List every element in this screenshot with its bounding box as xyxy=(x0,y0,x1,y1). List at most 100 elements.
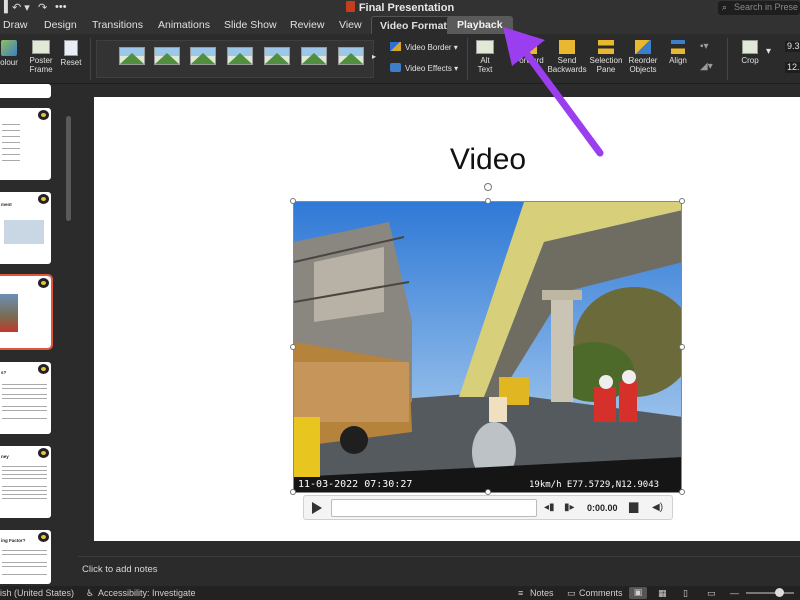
selection-pane-button[interactable]: Selection Pane xyxy=(587,40,625,74)
video-object[interactable]: 11-03-2022 07:30:27 19km/h E77.5729,N12.… xyxy=(293,201,682,493)
logo-icon xyxy=(38,110,49,120)
language-status[interactable]: ish (United States) xyxy=(0,588,74,598)
ribbon-tabs: Draw Design Transitions Animations Slide… xyxy=(0,16,800,34)
video-style-5[interactable] xyxy=(264,47,290,65)
send-backward-label-1: Send xyxy=(557,56,577,65)
tab-draw[interactable]: Draw xyxy=(3,16,28,34)
colour-icon xyxy=(1,40,17,56)
reorder-objects-button[interactable]: Reorder Objects xyxy=(624,40,662,74)
selection-pane-icon xyxy=(598,40,614,54)
zoom-out-icon[interactable]: — xyxy=(730,588,739,598)
poster-frame-button[interactable]: Poster Frame xyxy=(28,40,54,74)
reorder-label-2: Objects xyxy=(629,65,657,74)
rotate-icon[interactable]: ◢▾ xyxy=(700,62,713,72)
alt-text-button[interactable]: Alt Text xyxy=(473,40,497,74)
video-style-4[interactable] xyxy=(227,47,253,65)
tab-playback[interactable]: Playback xyxy=(447,16,513,34)
thumbnail-title: ney xyxy=(1,454,9,459)
slide-thumbnail-5[interactable]: s? xyxy=(0,362,51,434)
video-gps-overlay: 19km/h E77.5729,N12.9043 xyxy=(529,480,659,490)
video-effects-label: Video Effects xyxy=(405,64,452,73)
resize-handle-top-left[interactable] xyxy=(290,198,296,204)
gallery-more-icon[interactable]: ▸ xyxy=(372,52,376,61)
video-style-7[interactable] xyxy=(338,47,364,65)
slide-thumbnail-7[interactable]: ing Factor? xyxy=(0,530,51,584)
resize-handle-top[interactable] xyxy=(485,198,491,204)
resize-handle-left[interactable] xyxy=(290,344,296,350)
video-frame-image: 11-03-2022 07:30:27 19km/h E77.5729,N12.… xyxy=(294,202,681,492)
reading-view-icon[interactable]: ▯ xyxy=(683,588,688,599)
play-icon[interactable] xyxy=(312,502,322,514)
video-thumbnail-icon xyxy=(0,294,18,332)
resize-handle-bottom-right[interactable] xyxy=(679,489,685,495)
slideshow-view-icon[interactable]: ▭ xyxy=(707,588,716,599)
crop-dropdown-icon[interactable]: ▾ xyxy=(766,47,771,57)
logo-icon xyxy=(38,194,49,204)
tab-slide-show[interactable]: Slide Show xyxy=(224,16,277,34)
accessibility-status[interactable]: Accessibility: Investigate xyxy=(98,588,196,598)
resize-handle-right[interactable] xyxy=(679,344,685,350)
video-style-2[interactable] xyxy=(154,47,180,65)
width-value: 12. xyxy=(787,62,800,72)
video-border-icon xyxy=(390,42,401,51)
thumbnail-title: ing Factor? xyxy=(1,538,26,543)
height-value: 9.3 xyxy=(787,41,800,51)
tab-transitions[interactable]: Transitions xyxy=(92,16,143,34)
notes-pane[interactable]: Click to add notes xyxy=(78,556,800,582)
logo-icon xyxy=(38,278,49,288)
group-icon[interactable]: ▪▾ xyxy=(700,42,709,52)
normal-view-icon[interactable]: ▣ xyxy=(629,587,647,599)
crop-button[interactable]: Crop xyxy=(733,40,767,65)
colour-label: olour xyxy=(0,58,18,67)
zoom-slider-thumb[interactable] xyxy=(775,588,784,597)
resize-handle-bottom-left[interactable] xyxy=(290,489,296,495)
forward-icon[interactable]: ▮▸ xyxy=(564,502,575,513)
colour-button[interactable]: olour xyxy=(0,40,22,67)
tab-animations[interactable]: Animations xyxy=(158,16,210,34)
slide-sorter-view-icon[interactable]: ▦ xyxy=(658,588,667,599)
slide-thumbnail-1[interactable] xyxy=(0,84,51,98)
comments-toggle-button[interactable]: Comments xyxy=(579,588,623,598)
video-timeline[interactable] xyxy=(331,499,537,517)
volume-icon[interactable]: ◀) xyxy=(652,502,663,513)
video-style-3[interactable] xyxy=(190,47,216,65)
captions-icon[interactable]: ▆ xyxy=(629,499,638,513)
align-button[interactable]: Align xyxy=(664,40,692,65)
bring-forward-button[interactable]: Forward xyxy=(509,40,549,65)
resize-handle-top-right[interactable] xyxy=(679,198,685,204)
reset-button[interactable]: Reset xyxy=(58,40,84,67)
notes-placeholder: Click to add notes xyxy=(82,564,158,575)
slide-title[interactable]: Video xyxy=(0,143,800,177)
tab-design[interactable]: Design xyxy=(44,16,77,34)
video-border-dropdown[interactable]: Video Border ▾ xyxy=(390,42,458,52)
rewind-icon[interactable]: ◂▮ xyxy=(544,502,555,513)
tab-review[interactable]: Review xyxy=(290,16,324,34)
reset-label: Reset xyxy=(60,58,82,67)
alt-text-icon xyxy=(476,40,494,54)
notes-toggle-button[interactable]: Notes xyxy=(530,588,554,598)
reorder-label-1: Reorder xyxy=(628,56,658,65)
reorder-objects-icon xyxy=(635,40,651,54)
tab-video-format[interactable]: Video Format xyxy=(371,16,456,34)
video-style-1[interactable] xyxy=(119,47,145,65)
playback-time: 0:00.00 xyxy=(587,503,618,513)
search-icon: ⌕ xyxy=(722,2,728,12)
thumbnail-title: ment xyxy=(1,202,12,207)
accessibility-icon: ♿ xyxy=(86,588,95,598)
forward-label: Forward xyxy=(514,56,544,65)
document-title: Final Presentation xyxy=(358,2,455,14)
zoom-slider[interactable] xyxy=(746,592,794,594)
slide-thumbnail-3[interactable]: ment xyxy=(0,192,51,264)
height-input[interactable]: 9.3 xyxy=(785,41,800,52)
send-backward-button[interactable]: Send Backwards xyxy=(547,40,587,74)
width-input[interactable]: 12. xyxy=(785,62,800,73)
search-input[interactable]: ⌕ Search in Prese xyxy=(718,1,800,15)
rotate-handle[interactable] xyxy=(484,183,492,191)
video-style-6[interactable] xyxy=(301,47,327,65)
tab-view[interactable]: View xyxy=(339,16,362,34)
slide-thumbnail-6[interactable]: ney xyxy=(0,446,51,518)
video-effects-dropdown[interactable]: Video Effects ▾ xyxy=(390,63,458,73)
video-effects-icon xyxy=(390,63,401,72)
video-border-label: Video Border xyxy=(405,43,452,52)
slide-thumbnail-4-selected[interactable] xyxy=(0,274,53,350)
